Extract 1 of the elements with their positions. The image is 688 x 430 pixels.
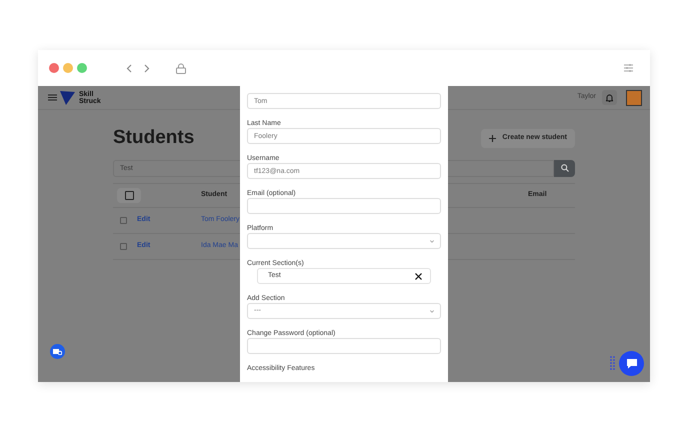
page-title: Students [113,127,194,150]
